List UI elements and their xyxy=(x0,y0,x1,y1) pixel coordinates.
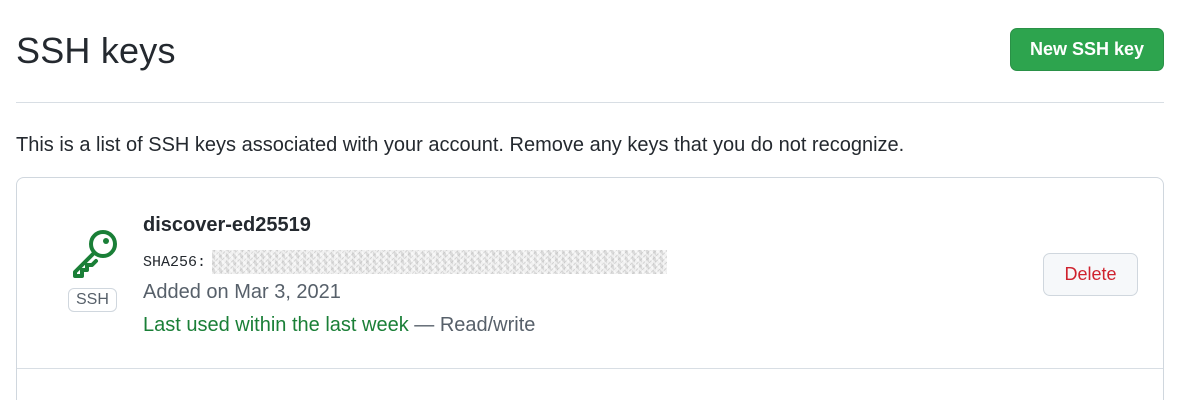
key-icon xyxy=(73,230,117,278)
fingerprint-label: SHA256: xyxy=(143,253,207,271)
key-access-level: — Read/write xyxy=(408,314,536,336)
page-header: SSH keys New SSH key xyxy=(16,0,1164,103)
fingerprint-redacted-value xyxy=(212,250,668,274)
key-last-used: Last used within the last week xyxy=(143,314,409,336)
ssh-keys-page: SSH keys New SSH key This is a list of S… xyxy=(0,0,1189,400)
key-type-indicator: SSH xyxy=(65,226,123,312)
ssh-key-item: SSH discover-ed25519 SHA256: Added on Ma… xyxy=(17,178,1163,369)
key-usage: Last used within the last week — Read/wr… xyxy=(143,314,535,337)
delete-key-button[interactable]: Delete xyxy=(1043,253,1138,296)
ssh-type-label: SSH xyxy=(68,288,117,312)
ssh-key-list: SSH discover-ed25519 SHA256: Added on Ma… xyxy=(16,177,1164,400)
key-added-date: Added on Mar 3, 2021 xyxy=(143,281,341,303)
page-title: SSH keys xyxy=(16,30,176,71)
key-title: discover-ed25519 xyxy=(143,214,311,236)
ssh-keys-description: This is a list of SSH keys associated wi… xyxy=(16,134,905,156)
new-ssh-key-button[interactable]: New SSH key xyxy=(1010,28,1164,71)
key-fingerprint: SHA256: xyxy=(143,250,668,274)
